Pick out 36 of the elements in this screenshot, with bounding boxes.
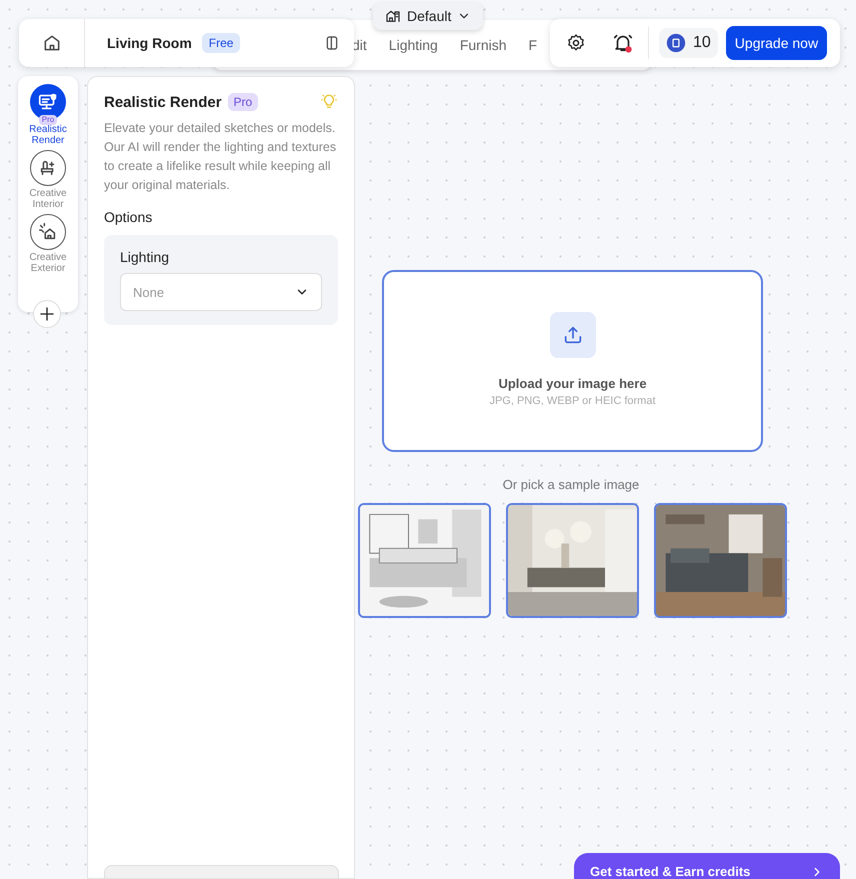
- upload-hint: JPG, PNG, WEBP or HEIC format: [489, 395, 656, 407]
- tool-label: Creative Interior: [28, 188, 68, 210]
- upgrade-button[interactable]: Upgrade now: [726, 26, 828, 60]
- plus-icon: [38, 305, 56, 323]
- sidebar-toggle-button[interactable]: [324, 35, 340, 51]
- options-heading: Options: [104, 209, 154, 225]
- home-icon: [42, 33, 62, 53]
- tool-label: Realistic Render: [28, 124, 68, 146]
- upload-title: Upload your image here: [498, 376, 647, 391]
- option-label: Lighting: [120, 249, 170, 265]
- tool-button[interactable]: Creative Interior: [19, 150, 77, 210]
- buildings-icon: [385, 8, 401, 24]
- plan-badge: Free: [202, 33, 240, 53]
- pro-badge: Pro: [38, 115, 58, 125]
- panel-description: Elevate your detailed sketches or models. Our AI will render the lighting and textures to create a lifelike result while keeping all your original materials.: [104, 120, 338, 194]
- tool-button[interactable]: Pro Realistic Render: [19, 84, 77, 146]
- bell-icon: [612, 32, 634, 54]
- get-started-button[interactable]: Get started & Earn credits: [574, 853, 840, 879]
- tab[interactable]: F: [528, 37, 538, 53]
- tool-label: Creative Exterior: [28, 252, 68, 274]
- lightbulb-icon: [320, 93, 338, 111]
- project-name: Living Room: [107, 35, 192, 51]
- add-button[interactable]: [33, 300, 61, 328]
- panel-title: Realistic Render: [104, 94, 222, 110]
- upload-dropzone[interactable]: Upload your image here JPG, PNG, WEBP or HEIC format: [382, 270, 763, 452]
- tool-button[interactable]: Creative Exterior: [19, 214, 77, 274]
- tab[interactable]: Furnish: [460, 37, 507, 53]
- sidebar-icon: [324, 35, 340, 51]
- settings-icon: [566, 33, 586, 53]
- view-dropdown[interactable]: Default: [373, 2, 484, 30]
- credit-count: 10: [693, 34, 711, 52]
- tab[interactable]: Lighting: [388, 37, 438, 53]
- pro-badge: Pro: [228, 93, 258, 111]
- coin-icon: [666, 33, 686, 53]
- upload-button[interactable]: [550, 312, 596, 358]
- samples-heading: Or pick a sample image: [502, 477, 640, 492]
